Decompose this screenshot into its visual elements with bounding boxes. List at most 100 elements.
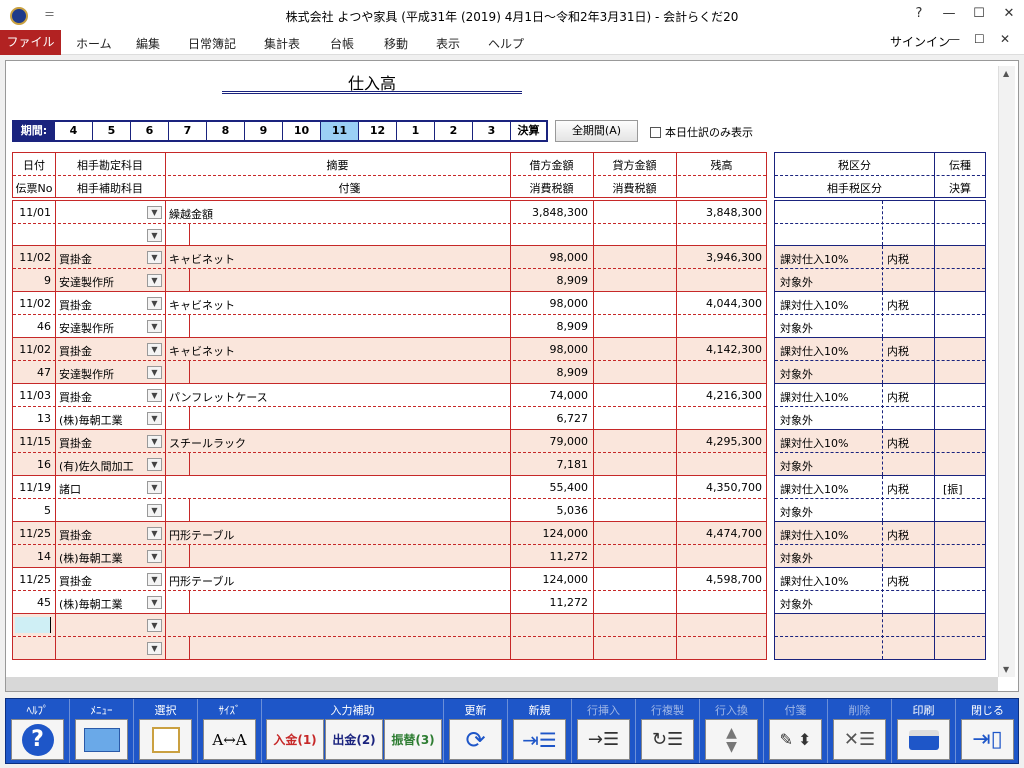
- account-cell[interactable]: 諸口: [59, 481, 145, 497]
- memo-cell[interactable]: 円形テーブル: [169, 573, 507, 589]
- doc-close-button[interactable]: ✕: [1000, 32, 1010, 46]
- minimize-button[interactable]: —: [938, 4, 960, 24]
- transfer-button[interactable]: 振替(3): [384, 719, 442, 760]
- partner-tax-cell[interactable]: 対象外: [780, 458, 880, 474]
- debit-tax-cell[interactable]: 5,036: [512, 504, 589, 517]
- partner-tax-cell[interactable]: 対象外: [780, 596, 880, 612]
- menu-help[interactable]: ヘルプ: [488, 35, 524, 52]
- menu-edit[interactable]: 編集: [136, 35, 160, 52]
- tax-kind-cell[interactable]: 内税: [887, 573, 932, 589]
- subaccount-cell[interactable]: (株)毎朝工業: [59, 596, 145, 612]
- subaccount-cell[interactable]: 安達製作所: [59, 366, 145, 382]
- menu-file[interactable]: ファイル: [0, 30, 61, 55]
- period-button-selected[interactable]: 11: [320, 122, 358, 140]
- active-input-cell[interactable]: [15, 617, 51, 633]
- account-cell[interactable]: 買掛金: [59, 527, 145, 543]
- memo-cell[interactable]: キャビネット: [169, 297, 507, 313]
- date-cell[interactable]: 11/03: [15, 389, 51, 402]
- size-button[interactable]: ｻｲｽﾞ A↔A: [198, 699, 262, 763]
- account-cell[interactable]: 買掛金: [59, 389, 145, 405]
- debit-cell[interactable]: 55,400: [512, 481, 589, 494]
- checkbox-icon[interactable]: [650, 126, 661, 138]
- tax-category-cell[interactable]: 課対仕入10%: [780, 343, 880, 359]
- slip-no-cell[interactable]: 46: [15, 320, 51, 333]
- date-cell[interactable]: 11/25: [15, 527, 51, 540]
- slip-no-cell[interactable]: 13: [15, 412, 51, 425]
- subaccount-dropdown-icon[interactable]: ▼: [147, 550, 162, 563]
- tax-kind-cell[interactable]: 内税: [887, 527, 932, 543]
- slip-no-cell[interactable]: 5: [15, 504, 51, 517]
- tax-kind-cell[interactable]: 内税: [887, 251, 932, 267]
- partner-tax-cell[interactable]: 対象外: [780, 274, 880, 290]
- partner-tax-cell[interactable]: 対象外: [780, 504, 880, 520]
- slip-no-cell[interactable]: 14: [15, 550, 51, 563]
- tag-button[interactable]: 付箋 ✎ ⬍: [764, 699, 828, 763]
- period-button[interactable]: 5: [92, 122, 130, 140]
- subaccount-dropdown-icon[interactable]: ▼: [147, 274, 162, 287]
- account-dropdown-icon[interactable]: ▼: [147, 343, 162, 356]
- debit-tax-cell[interactable]: 6,727: [512, 412, 589, 425]
- debit-cell[interactable]: 3,848,300: [512, 206, 588, 219]
- debit-tax-cell[interactable]: 8,909: [512, 274, 589, 287]
- account-dropdown-icon[interactable]: ▼: [147, 251, 162, 264]
- period-button[interactable]: 7: [168, 122, 206, 140]
- tax-category-cell[interactable]: 課対仕入10%: [780, 251, 880, 267]
- tax-kind-cell[interactable]: 内税: [887, 435, 932, 451]
- slip-no-cell[interactable]: 16: [15, 458, 51, 471]
- menu-view[interactable]: 表示: [436, 35, 460, 52]
- doc-restore-button[interactable]: ☐: [974, 32, 985, 46]
- account-dropdown-icon[interactable]: ▼: [147, 297, 162, 310]
- memo-cell[interactable]: キャビネット: [169, 343, 507, 359]
- account-cell[interactable]: 買掛金: [59, 435, 145, 451]
- slip-no-cell[interactable]: 45: [15, 596, 51, 609]
- slip-no-cell[interactable]: 9: [15, 274, 51, 287]
- date-cell[interactable]: 11/25: [15, 573, 51, 586]
- menu-ledger[interactable]: 台帳: [330, 35, 354, 52]
- account-dropdown-icon[interactable]: ▼: [147, 435, 162, 448]
- close-window-button[interactable]: 閉じる ⇥▯: [956, 699, 1019, 763]
- menu-move[interactable]: 移動: [384, 35, 408, 52]
- debit-cell[interactable]: 98,000: [512, 251, 589, 264]
- period-button[interactable]: 12: [358, 122, 396, 140]
- subaccount-dropdown-icon[interactable]: ▼: [147, 229, 162, 242]
- account-cell[interactable]: 買掛金: [59, 251, 145, 267]
- period-button[interactable]: 3: [472, 122, 510, 140]
- signin-link[interactable]: サインイン: [890, 33, 950, 50]
- horizontal-scrollbar[interactable]: [6, 677, 998, 691]
- menu-home[interactable]: ホーム: [76, 35, 112, 52]
- account-dropdown-icon[interactable]: ▼: [147, 206, 162, 219]
- withdraw-button[interactable]: 出金(2): [325, 719, 383, 760]
- tax-kind-cell[interactable]: 内税: [887, 297, 932, 313]
- period-button[interactable]: 10: [282, 122, 320, 140]
- debit-tax-cell[interactable]: 11,272: [512, 550, 589, 563]
- debit-cell[interactable]: 124,000: [512, 573, 589, 586]
- partner-tax-cell[interactable]: 対象外: [780, 320, 880, 336]
- debit-cell[interactable]: 98,000: [512, 297, 589, 310]
- account-dropdown-icon[interactable]: ▼: [147, 573, 162, 586]
- tax-kind-cell[interactable]: 内税: [887, 389, 932, 405]
- period-button[interactable]: 2: [434, 122, 472, 140]
- tax-category-cell[interactable]: 課対仕入10%: [780, 389, 880, 405]
- help-button[interactable]: ﾍﾙﾌﾟ ?: [6, 699, 70, 763]
- period-button[interactable]: 9: [244, 122, 282, 140]
- debit-cell[interactable]: 74,000: [512, 389, 589, 402]
- tax-category-cell[interactable]: 課対仕入10%: [780, 297, 880, 313]
- debit-cell[interactable]: 79,000: [512, 435, 589, 448]
- menu-daily-bookkeeping[interactable]: 日常簿記: [188, 35, 236, 52]
- row-insert-button[interactable]: 行挿入 →☰: [572, 699, 636, 763]
- scroll-up-icon[interactable]: ▲: [1003, 69, 1009, 78]
- subaccount-cell[interactable]: 安達製作所: [59, 320, 145, 336]
- row-copy-button[interactable]: 行複製 ↻☰: [636, 699, 700, 763]
- subaccount-dropdown-icon[interactable]: ▼: [147, 458, 162, 471]
- partner-tax-cell[interactable]: 対象外: [780, 550, 880, 566]
- subaccount-dropdown-icon[interactable]: ▼: [147, 366, 162, 379]
- date-cell[interactable]: 11/02: [15, 297, 51, 310]
- account-dropdown-icon[interactable]: ▼: [147, 389, 162, 402]
- all-period-button[interactable]: 全期間(A): [555, 120, 638, 142]
- subaccount-cell[interactable]: (有)佐久間加工: [59, 458, 145, 474]
- debit-tax-cell[interactable]: 7,181: [512, 458, 589, 471]
- select-button[interactable]: 選択: [134, 699, 198, 763]
- vertical-scrollbar[interactable]: ▲ ▼: [998, 66, 1015, 677]
- print-button[interactable]: 印刷: [892, 699, 956, 763]
- today-only-checkbox[interactable]: 本日仕訳のみ表示: [650, 124, 753, 140]
